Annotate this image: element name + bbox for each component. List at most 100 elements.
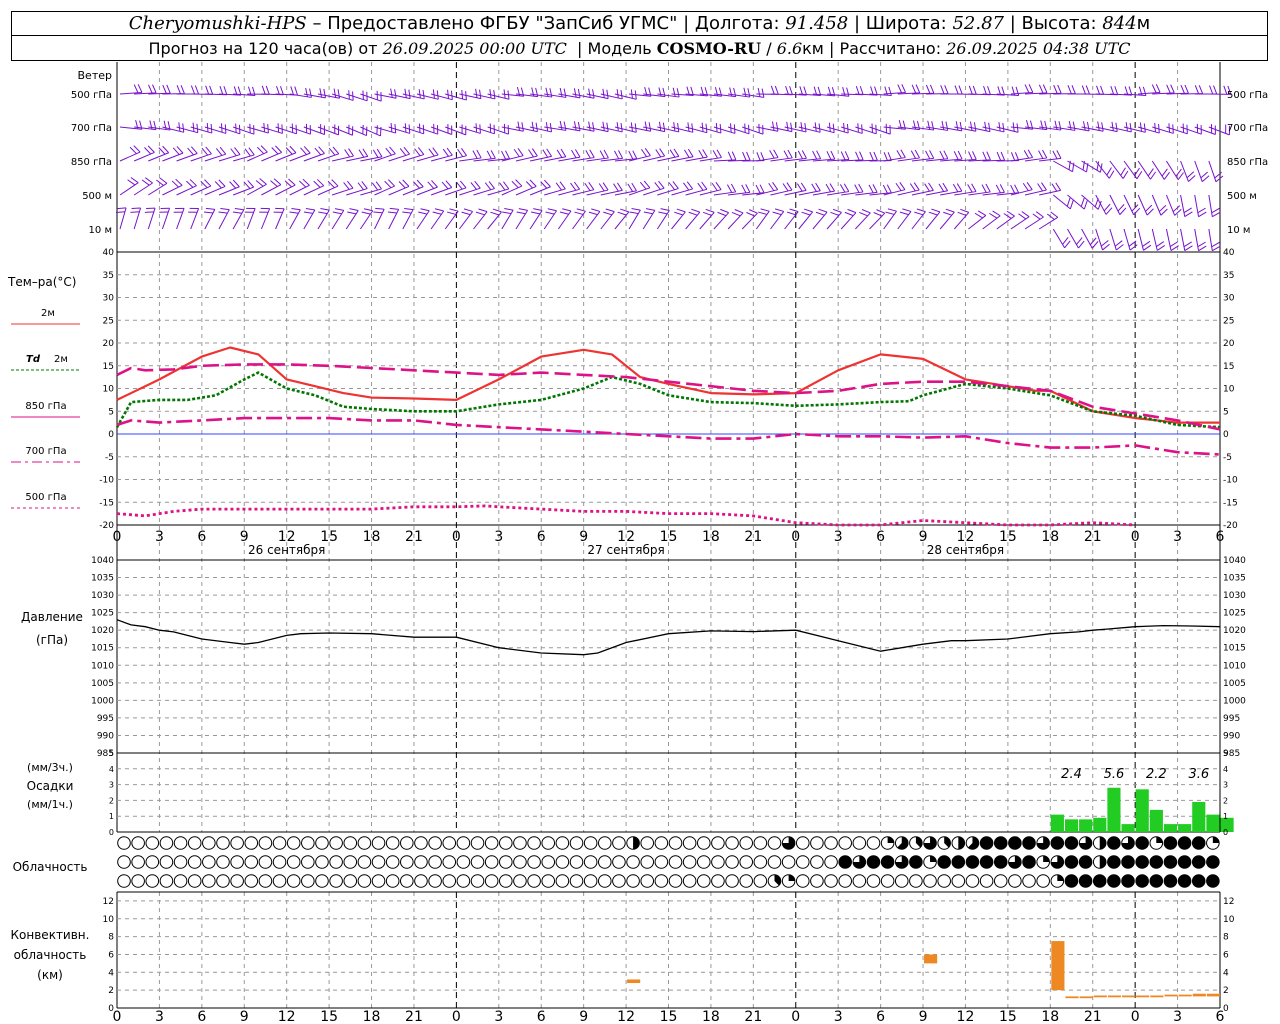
wind-barb-flag bbox=[683, 182, 690, 191]
cloud-symbol bbox=[937, 836, 951, 850]
temp-tick: -20 bbox=[99, 521, 114, 531]
cloud-symbol bbox=[527, 855, 541, 869]
wind-barb-flag bbox=[194, 85, 200, 95]
cloud-fill bbox=[1212, 836, 1220, 843]
cloud-symbol bbox=[1064, 855, 1079, 869]
wind-barb-shaft bbox=[770, 211, 785, 230]
cloud-symbol bbox=[1135, 836, 1149, 850]
wind-barb-flag bbox=[972, 151, 977, 160]
wind-barb-shaft bbox=[755, 210, 770, 230]
wind-barb-flag bbox=[559, 87, 563, 97]
pres-tick: 1005 bbox=[91, 679, 114, 689]
precip-bar bbox=[1178, 824, 1192, 832]
wind-barb-shaft bbox=[671, 211, 686, 230]
wind-barb-flag bbox=[232, 211, 242, 214]
wind-barb-flag bbox=[205, 85, 210, 95]
wind-barb-flag bbox=[743, 87, 747, 97]
cloud-symbol bbox=[1163, 874, 1178, 888]
wind-barb-shaft bbox=[713, 212, 730, 230]
cloud-symbol bbox=[527, 874, 541, 888]
conv-bar bbox=[1192, 993, 1206, 997]
cloud-circle bbox=[357, 836, 372, 850]
wind-barb-flag bbox=[1069, 200, 1074, 210]
cloud-circle bbox=[244, 874, 259, 888]
wind-barb-flag bbox=[1211, 207, 1220, 214]
cloud-circle bbox=[513, 874, 527, 888]
wind-barb-flag bbox=[205, 146, 212, 155]
cloud-symbol bbox=[484, 874, 499, 888]
wind-barb-flag bbox=[1105, 207, 1113, 215]
hour-tick-label: 3 bbox=[155, 529, 164, 545]
wind-barb-flag bbox=[928, 211, 938, 216]
wind-barbs-panel bbox=[115, 84, 1232, 252]
cloud-symbol bbox=[781, 874, 796, 888]
cloud-symbol bbox=[499, 874, 513, 888]
conv-tick: 12 bbox=[1223, 897, 1234, 907]
cloud-symbol bbox=[117, 855, 131, 869]
wind-barb bbox=[402, 207, 414, 230]
wind-barb-flag bbox=[814, 122, 817, 132]
cloud-symbol bbox=[1135, 855, 1149, 869]
wind-barb-flag bbox=[332, 146, 340, 155]
cloud-circle bbox=[909, 874, 923, 888]
hour-tick-label: 3 bbox=[834, 1009, 843, 1024]
cloud-symbol bbox=[1092, 836, 1107, 850]
wind-barb-flag bbox=[669, 149, 676, 158]
cloud-symbol bbox=[838, 855, 852, 869]
wind-barb-flag bbox=[162, 84, 167, 94]
cloud-symbol bbox=[541, 836, 556, 850]
cloud-circle bbox=[513, 836, 527, 850]
hour-tick-label: 15 bbox=[660, 1009, 678, 1024]
wind-barb-flag bbox=[977, 210, 987, 216]
date-label: 28 сентября bbox=[927, 543, 1004, 557]
wind-barb-flag bbox=[559, 120, 563, 130]
wind-barb bbox=[188, 207, 200, 230]
wind-barb-flag bbox=[662, 122, 666, 132]
wind-barb-flag bbox=[1184, 84, 1189, 94]
wind-barb-flag bbox=[399, 148, 407, 156]
wind-barb-flag bbox=[232, 179, 240, 188]
wind-barb-shaft bbox=[798, 211, 814, 230]
wind-barb-flag bbox=[1201, 175, 1210, 183]
wind-barb-flag bbox=[1027, 149, 1034, 158]
cloud-symbol bbox=[781, 836, 796, 850]
cloud-symbol bbox=[894, 836, 909, 850]
wind-barb-flag bbox=[1200, 171, 1209, 179]
wind-barb-flag bbox=[861, 209, 871, 214]
wind-barb-shaft bbox=[148, 182, 168, 196]
wind-barb-flag bbox=[318, 211, 328, 215]
wind-barb-flag bbox=[513, 148, 520, 157]
conv-tick: 8 bbox=[108, 933, 114, 943]
wind-barb-flag bbox=[478, 208, 488, 213]
cloud-symbol bbox=[739, 874, 754, 888]
wind-barb-shaft bbox=[147, 207, 156, 230]
wind-barb bbox=[374, 179, 395, 196]
wind-barb-flag bbox=[883, 152, 888, 161]
cloud-symbol bbox=[117, 836, 131, 850]
cloud-symbol bbox=[654, 836, 669, 850]
wind-barb-flag bbox=[773, 149, 779, 158]
wind-barb bbox=[430, 208, 445, 230]
wind-barb bbox=[982, 210, 1001, 230]
cloud-symbol bbox=[612, 855, 626, 869]
cloud-symbol bbox=[385, 855, 400, 869]
cloud-symbol bbox=[230, 836, 244, 850]
wind-barb-flag bbox=[896, 150, 902, 159]
cloud-circle bbox=[216, 855, 230, 869]
cloud-symbol bbox=[640, 874, 655, 888]
conv-bar bbox=[1150, 995, 1164, 998]
hour-tick-label: 12 bbox=[617, 1009, 635, 1024]
pres-tick: 1040 bbox=[1223, 556, 1246, 566]
cloud-circle bbox=[527, 836, 541, 850]
cloud-symbol bbox=[385, 836, 400, 850]
cloud-symbol bbox=[131, 874, 145, 888]
cloud-circle bbox=[456, 836, 471, 850]
wind-barb-flag bbox=[1037, 183, 1043, 192]
wind-barb-flag bbox=[1163, 171, 1170, 180]
cloud-cover-panel bbox=[117, 836, 1220, 888]
wind-barb bbox=[1180, 160, 1196, 182]
cloud-symbol bbox=[1078, 855, 1093, 869]
cloud-symbol bbox=[202, 855, 216, 869]
cloud-fill bbox=[1043, 855, 1050, 862]
wind-level-label: 850 гПа bbox=[1227, 157, 1268, 168]
